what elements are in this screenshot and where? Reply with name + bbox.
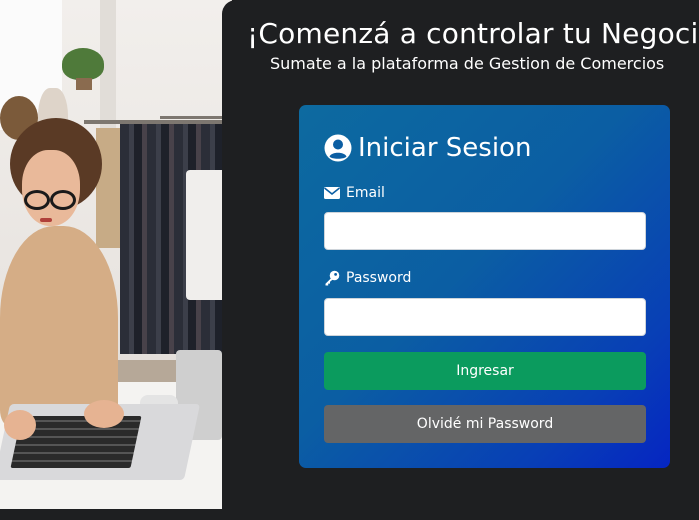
woman-body [0, 226, 118, 426]
login-title-text: Iniciar Sesion [358, 133, 532, 163]
plant-pot [76, 78, 92, 90]
hero-photo [0, 0, 232, 509]
password-label-text: Password [346, 270, 412, 286]
right-hand [84, 400, 124, 428]
email-field[interactable] [324, 212, 646, 250]
woman-lips [40, 218, 52, 222]
login-button[interactable]: Ingresar [324, 352, 646, 390]
envelope-icon [324, 187, 340, 199]
login-title: Iniciar Sesion [324, 131, 531, 165]
login-panel: ¡Comenzá a controlar tu Negocio Sumate a… [222, 0, 699, 520]
hero-headline: ¡Comenzá a controlar tu Negocio [247, 17, 699, 50]
password-label: Password [324, 270, 411, 286]
password-field[interactable] [324, 298, 646, 336]
glasses-right [50, 190, 76, 210]
key-icon [324, 270, 340, 286]
email-label: Email [324, 185, 385, 201]
email-label-text: Email [346, 185, 385, 201]
user-circle-icon [324, 134, 352, 162]
glasses-left [24, 190, 50, 210]
white-shirt [186, 170, 226, 300]
login-card: Iniciar Sesion Email Password Ingresar O… [299, 105, 670, 468]
left-hand [4, 410, 36, 440]
forgot-password-button[interactable]: Olvidé mi Password [324, 405, 646, 443]
woman-face [22, 150, 80, 226]
plant [62, 48, 104, 80]
hero-subheadline: Sumate a la plataforma de Gestion de Com… [270, 54, 665, 73]
